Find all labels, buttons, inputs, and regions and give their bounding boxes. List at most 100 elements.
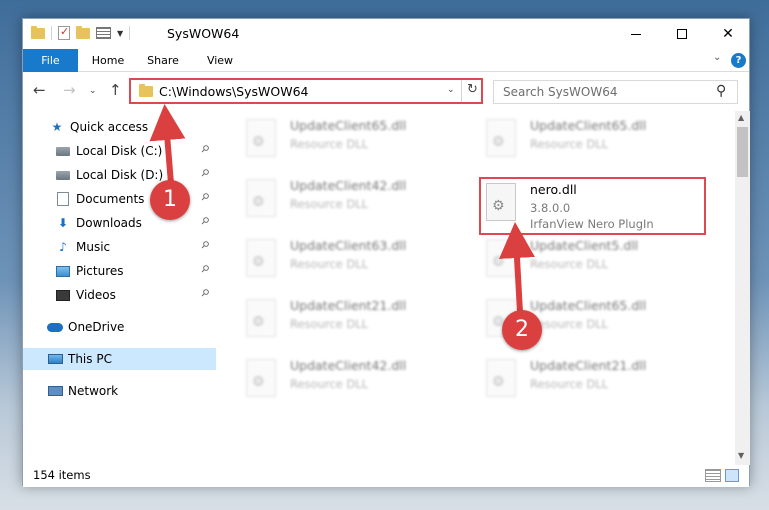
close-button[interactable]: ✕ bbox=[705, 19, 751, 49]
list-item[interactable]: ⚙ UpdateClient65.dll Resource DLL bbox=[246, 115, 466, 167]
step-1-badge: 1 bbox=[150, 180, 190, 220]
cloud-icon bbox=[47, 320, 63, 334]
videos-icon bbox=[55, 288, 71, 302]
list-item[interactable]: ⚙ UpdateClient42.dll Resource DLL bbox=[246, 175, 466, 227]
sidebar-item-label: Network bbox=[68, 384, 119, 398]
sidebar-item-downloads[interactable]: ⬇ Downloads ⚲ bbox=[23, 212, 216, 234]
scroll-thumb[interactable] bbox=[737, 127, 748, 177]
file-description: Resource DLL bbox=[290, 197, 369, 211]
tab-file[interactable]: File bbox=[23, 49, 78, 72]
minimize-icon bbox=[631, 33, 641, 35]
file-name: UpdateClient21.dll bbox=[530, 358, 647, 373]
sidebar-item-label: Music bbox=[76, 240, 111, 254]
ribbon-tabs: File Home Share View ⌄ ? bbox=[23, 49, 749, 72]
sidebar-item-label: Quick access bbox=[70, 120, 149, 134]
file-description: Resource DLL bbox=[290, 257, 369, 271]
navigation-pane: ★ Quick access Local Disk (C:) ⚲ Local D… bbox=[23, 111, 216, 465]
sidebar-item-label: Local Disk (C:) bbox=[76, 144, 163, 158]
back-button[interactable]: ← bbox=[33, 81, 46, 99]
up-button[interactable]: ↑ bbox=[109, 81, 122, 99]
navigation-bar: ← → ⌄ ↑ C:\Windows\SysWOW64 ⌄ ↻ Search S… bbox=[23, 73, 749, 109]
quick-access-toolbar: ▼ bbox=[31, 25, 131, 40]
search-icon[interactable]: ⚲ bbox=[716, 83, 726, 99]
sidebar-item-label: Downloads bbox=[76, 216, 142, 230]
folder-icon bbox=[139, 84, 153, 97]
pin-icon[interactable]: ⚲ bbox=[198, 263, 211, 276]
chevron-down-icon[interactable]: ⌄ bbox=[447, 85, 455, 95]
file-name: UpdateClient65.dll bbox=[530, 298, 647, 313]
list-item[interactable]: ⚙ UpdateClient65.dll Resource DLL bbox=[486, 115, 706, 167]
list-item[interactable]: ⚙ UpdateClient21.dll Resource DLL bbox=[486, 355, 706, 407]
customize-toolbar-icon[interactable]: ▼ bbox=[117, 29, 123, 38]
music-icon: ♪ bbox=[59, 240, 67, 254]
dll-file-icon: ⚙ bbox=[246, 239, 276, 277]
search-box[interactable]: Search SysWOW64 ⚲ bbox=[493, 80, 738, 104]
tab-view[interactable]: View bbox=[195, 49, 245, 72]
sidebar-item-quick-access[interactable]: ★ Quick access bbox=[23, 116, 216, 138]
forward-button[interactable]: → bbox=[63, 81, 76, 99]
file-name: UpdateClient42.dll bbox=[290, 178, 407, 193]
tab-share[interactable]: Share bbox=[138, 49, 188, 72]
dll-file-icon: ⚙ bbox=[486, 119, 516, 157]
maximize-button[interactable] bbox=[659, 19, 705, 49]
sidebar-item-onedrive[interactable]: OneDrive bbox=[23, 316, 216, 338]
download-icon: ⬇ bbox=[57, 216, 69, 230]
file-name: UpdateClient65.dll bbox=[530, 118, 647, 133]
scroll-up-icon[interactable]: ▲ bbox=[738, 113, 744, 122]
list-item[interactable]: ⚙ UpdateClient21.dll Resource DLL bbox=[246, 295, 466, 347]
pictures-icon bbox=[55, 264, 71, 278]
details-view-icon[interactable] bbox=[705, 469, 721, 482]
address-path[interactable]: C:\Windows\SysWOW64 bbox=[159, 84, 308, 99]
recent-locations-button[interactable]: ⌄ bbox=[89, 86, 97, 96]
sidebar-item-label: OneDrive bbox=[68, 320, 125, 334]
file-description: Resource DLL bbox=[530, 257, 609, 271]
minimize-button[interactable] bbox=[613, 19, 659, 49]
status-bar: 154 items bbox=[23, 465, 749, 487]
pin-icon[interactable]: ⚲ bbox=[198, 167, 211, 180]
folder-icon bbox=[31, 25, 45, 39]
toolbar-separator bbox=[51, 26, 52, 40]
sidebar-item-pictures[interactable]: Pictures ⚲ bbox=[23, 260, 216, 282]
sidebar-item-local-disk-c[interactable]: Local Disk (C:) ⚲ bbox=[23, 140, 216, 162]
file-name: UpdateClient21.dll bbox=[290, 298, 407, 313]
dll-file-icon: ⚙ bbox=[486, 359, 516, 397]
item-count: 154 items bbox=[33, 468, 91, 482]
address-bar[interactable]: C:\Windows\SysWOW64 ⌄ ↻ bbox=[129, 78, 483, 104]
title-bar: ▼ SysWOW64 ✕ bbox=[23, 19, 749, 49]
tiles-view-icon[interactable] bbox=[725, 469, 739, 482]
network-icon bbox=[47, 384, 63, 398]
vertical-scrollbar[interactable]: ▲ ▼ bbox=[735, 111, 750, 465]
file-list: ⚙ UpdateClient65.dll Resource DLL ⚙ Upda… bbox=[219, 111, 733, 465]
new-folder-icon[interactable] bbox=[76, 25, 90, 39]
refresh-icon[interactable]: ↻ bbox=[467, 82, 478, 97]
sidebar-item-this-pc[interactable]: This PC bbox=[23, 348, 216, 370]
toolbar-separator bbox=[129, 26, 131, 40]
sidebar-item-videos[interactable]: Videos ⚲ bbox=[23, 284, 216, 306]
explorer-window: ▼ SysWOW64 ✕ File Home Share View ⌄ ? ← … bbox=[22, 18, 750, 487]
list-item[interactable]: ⚙ UpdateClient42.dll Resource DLL bbox=[246, 355, 466, 407]
list-item[interactable]: ⚙ UpdateClient5.dll Resource DLL bbox=[486, 235, 706, 287]
file-description: Resource DLL bbox=[530, 137, 609, 151]
sidebar-item-label: This PC bbox=[68, 352, 112, 366]
pin-icon[interactable]: ⚲ bbox=[198, 287, 211, 300]
sidebar-item-network[interactable]: Network bbox=[23, 380, 216, 402]
tab-home[interactable]: Home bbox=[83, 49, 133, 72]
pin-icon[interactable]: ⚲ bbox=[198, 143, 211, 156]
scroll-down-icon[interactable]: ▼ bbox=[738, 451, 744, 460]
pin-icon[interactable]: ⚲ bbox=[198, 191, 211, 204]
file-name: UpdateClient65.dll bbox=[290, 118, 407, 133]
file-name: UpdateClient42.dll bbox=[290, 358, 407, 373]
list-item[interactable]: ⚙ UpdateClient63.dll Resource DLL bbox=[246, 235, 466, 287]
sidebar-item-local-disk-d[interactable]: Local Disk (D:) ⚲ bbox=[23, 164, 216, 186]
file-description: Resource DLL bbox=[290, 317, 369, 331]
properties-icon[interactable] bbox=[96, 27, 111, 39]
properties-check-icon[interactable] bbox=[58, 25, 70, 40]
dll-file-icon: ⚙ bbox=[246, 179, 276, 217]
pin-icon[interactable]: ⚲ bbox=[198, 215, 211, 228]
sidebar-item-music[interactable]: ♪ Music ⚲ bbox=[23, 236, 216, 258]
search-input[interactable]: Search SysWOW64 bbox=[503, 85, 617, 99]
file-name: UpdateClient5.dll bbox=[530, 238, 639, 253]
chevron-down-icon[interactable]: ⌄ bbox=[713, 52, 721, 63]
pin-icon[interactable]: ⚲ bbox=[198, 239, 211, 252]
help-icon[interactable]: ? bbox=[731, 53, 746, 68]
